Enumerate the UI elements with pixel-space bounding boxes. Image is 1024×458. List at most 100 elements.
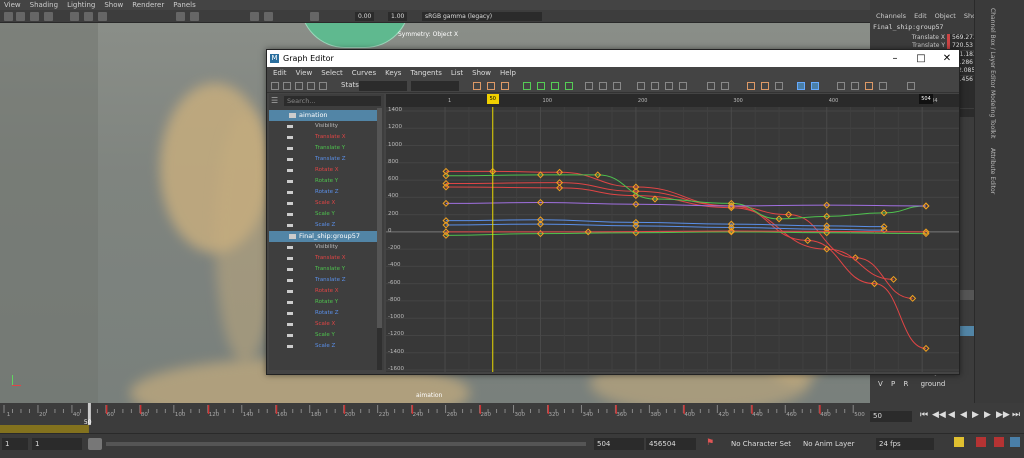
xray-icon[interactable] [264,12,273,21]
sphere-gizmo[interactable] [300,23,410,48]
ge-menu-select[interactable]: Select [321,67,343,79]
buffer-curve-icon[interactable] [707,82,715,90]
tab-channel-box[interactable]: Channel Box / Layer Editor [989,8,996,88]
layer-visibility-toggle[interactable]: V [878,380,883,388]
auto-key-icon[interactable]: ⚑ [706,438,714,448]
break-tangent-icon[interactable] [637,82,645,90]
current-frame-marker[interactable]: 50 [486,94,499,104]
menu-shading[interactable]: Shading [30,0,58,10]
menu-channels[interactable]: Channels [876,12,906,20]
outliner-attribute[interactable]: Translate Z [269,154,377,165]
playback-start-field[interactable]: 1 [32,438,82,450]
time-slider[interactable]: 1 20 40 60 80 100 120 140 160 180 200 220 240 260 280 3… [0,403,870,433]
outliner-attribute[interactable]: Visibility [269,242,377,253]
outliner-attribute[interactable]: Rotate Z [269,308,377,319]
post-infinity-icon[interactable] [761,82,769,90]
anim-layer-dropdown[interactable]: No Anim Layer [800,438,870,450]
spline-tangent-icon[interactable] [537,82,545,90]
outliner-attribute[interactable]: Scale X [269,198,377,209]
character-set-dropdown[interactable]: No Character Set [728,438,798,450]
playback-end-field[interactable]: 504 [594,438,644,450]
ge-menu-show[interactable]: Show [472,67,491,79]
menu-lighting[interactable]: Lighting [67,0,95,10]
trax-icon[interactable] [851,82,859,90]
key-stats-icon[interactable] [865,82,873,90]
gamma-field[interactable]: 1.00 [388,12,408,21]
ge-menu-list[interactable]: List [451,67,463,79]
outliner-attribute[interactable]: Scale Z [269,220,377,231]
play-forward-icon[interactable]: ▶ [972,410,979,420]
wireframe-icon[interactable] [70,12,79,21]
isolate-icon[interactable] [250,12,259,21]
linear-tangent-icon[interactable] [565,82,573,90]
swap-buffer-icon[interactable] [721,82,729,90]
clamped-tangent-icon[interactable] [551,82,559,90]
close-button[interactable]: ✕ [934,50,960,67]
step-forward-icon[interactable]: ▶ [984,410,991,420]
outliner-attribute[interactable]: Translate Y [269,143,377,154]
outliner-attribute[interactable]: Scale Y [269,330,377,341]
auto-tangent-icon[interactable] [523,82,531,90]
graph-editor-titlebar[interactable]: M Graph Editor – □ ✕ [267,50,959,67]
settings-icon[interactable] [907,82,915,90]
frame-selection-icon[interactable] [487,82,495,90]
start-time-field[interactable]: 1 [2,438,28,450]
outliner-attribute[interactable]: Scale Y [269,209,377,220]
ge-menu-keys[interactable]: Keys [385,67,401,79]
layer-playback-toggle[interactable]: P [891,380,895,388]
lock-icon[interactable] [16,12,25,21]
step-tangent-icon[interactable] [599,82,607,90]
tab-attribute-editor[interactable]: Attribute Editor [989,148,996,194]
outliner-node[interactable]: Final_ship:group57 [269,231,377,242]
fps-dropdown[interactable]: 24 fps [876,438,934,450]
move-key-icon[interactable] [271,82,279,90]
textured-icon[interactable] [98,12,107,21]
time-editor-icon[interactable] [879,82,887,90]
flat-tangent-icon[interactable] [585,82,593,90]
menu-panels[interactable]: Panels [173,0,196,10]
ge-menu-edit[interactable]: Edit [273,67,287,79]
end-time-field[interactable]: 456504 [646,438,696,450]
graph-view[interactable]: 1400 1200 1000 800 600 400 200 0 -200 -400 -600 -80… [386,94,959,372]
outliner-attribute[interactable]: Rotate X [269,165,377,176]
menu-object[interactable]: Object [935,12,956,20]
pre-infinity-icon[interactable] [747,82,755,90]
menu-show[interactable]: Show [104,0,123,10]
sound-icon[interactable] [976,437,986,447]
menu-renderer[interactable]: Renderer [132,0,164,10]
outliner-attribute[interactable]: Rotate Y [269,297,377,308]
menu-view[interactable]: View [4,0,21,10]
end-frame-marker[interactable]: 504 [919,94,933,104]
stats-value-field[interactable] [411,81,459,91]
step-back-icon[interactable]: ◀ [948,410,955,420]
outliner-attribute[interactable]: Rotate Z [269,187,377,198]
channel-box-object-name[interactable]: Final_ship:group57 [873,23,943,31]
outliner-attribute[interactable]: Rotate Y [269,176,377,187]
menu-edit[interactable]: Edit [914,12,927,20]
range-slider-handle[interactable] [88,438,102,450]
retime-icon[interactable] [319,82,327,90]
outliner-attribute[interactable]: Scale X [269,319,377,330]
layer-reference-toggle[interactable]: R [904,380,909,388]
maximize-button[interactable]: □ [908,50,934,67]
shaded-icon[interactable] [84,12,93,21]
play-back-icon[interactable]: ◀ [960,410,967,420]
outliner-attribute[interactable]: Visibility [269,121,377,132]
film-gate-icon[interactable] [44,12,53,21]
time-slider-ticks[interactable] [0,403,870,433]
go-to-start-icon[interactable]: ⏮ [920,410,928,420]
lattice-icon[interactable] [295,82,303,90]
time-ruler[interactable] [386,94,959,107]
frame-all-icon[interactable] [473,82,481,90]
script-editor-icon[interactable] [994,437,1004,447]
exposure-field[interactable]: 0.00 [355,12,375,21]
ge-menu-view[interactable]: View [296,67,313,79]
go-to-end-icon[interactable]: ⏭ [1012,410,1020,420]
curve-display-icon[interactable] [775,82,783,90]
channel-row[interactable]: Translate X 569.273 [870,34,977,42]
loop-icon[interactable] [954,437,964,447]
shadow-icon[interactable] [190,12,199,21]
outliner-attribute[interactable]: Translate Z [269,275,377,286]
unify-tangent-icon[interactable] [651,82,659,90]
channel-value[interactable]: 569.273 [947,34,977,42]
